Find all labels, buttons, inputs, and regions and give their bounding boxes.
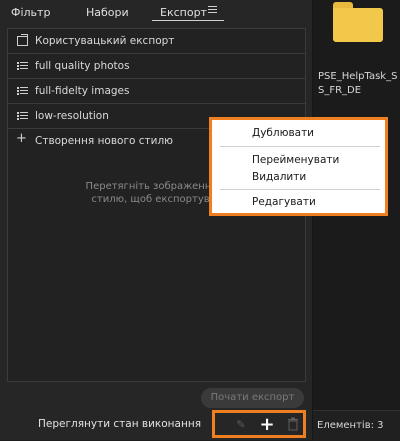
tab-export[interactable]: Експорт	[160, 6, 207, 19]
menu-separator	[220, 189, 380, 190]
list-item[interactable]: full quality photos	[8, 54, 305, 79]
list-item-label: Користувацький експорт	[35, 35, 175, 47]
trash-icon[interactable]	[285, 417, 301, 433]
menu-item-edit[interactable]: Редагувати	[252, 196, 316, 208]
edit-pencil-icon[interactable]: ✎	[233, 417, 249, 433]
plus-icon: +	[16, 131, 27, 146]
folder-name: PSE_HelpTask_SS_FR_DE	[318, 71, 398, 96]
panel-menu-icon[interactable]	[208, 6, 217, 14]
list-icon	[17, 111, 28, 121]
list-item-label: full-fidelty images	[35, 85, 130, 97]
list-icon	[17, 86, 28, 96]
list-item-label: low-resolution	[35, 110, 109, 122]
media-browser: PSE_HelpTask_SS_FR_DE Елементів: 3	[313, 0, 400, 441]
list-icon	[17, 61, 28, 71]
menu-item-duplicate[interactable]: Дублювати	[252, 127, 314, 139]
tab-bar: Фільтр Набори Експорт	[0, 0, 312, 24]
tab-filter[interactable]: Фільтр	[11, 6, 50, 19]
context-menu: Дублювати Перейменувати Видалити Редагув…	[209, 117, 388, 216]
list-item[interactable]: Користувацький експорт	[8, 29, 305, 54]
style-toolbar: ✎ +	[212, 410, 306, 438]
trash-icon-graphic	[288, 417, 298, 431]
menu-item-rename[interactable]: Перейменувати	[252, 154, 339, 166]
list-item-label: full quality photos	[35, 60, 130, 72]
active-tab-indicator	[152, 20, 224, 21]
menu-separator	[220, 146, 380, 147]
menu-item-delete[interactable]: Видалити	[252, 171, 306, 183]
export-icon	[17, 34, 28, 46]
start-export-button[interactable]: Почати експорт	[201, 388, 304, 408]
add-icon[interactable]: +	[259, 416, 275, 434]
new-style-label: Створення нового стилю	[35, 135, 174, 147]
view-status-link[interactable]: Переглянути стан виконання	[38, 418, 201, 430]
folder-icon[interactable]	[333, 2, 383, 42]
tab-sets[interactable]: Набори	[86, 6, 129, 19]
elements-count: Елементів: 3	[317, 420, 384, 431]
export-panel: Фільтр Набори Експорт Користувацький екс…	[0, 0, 313, 440]
list-item[interactable]: full-fidelty images	[8, 79, 305, 104]
